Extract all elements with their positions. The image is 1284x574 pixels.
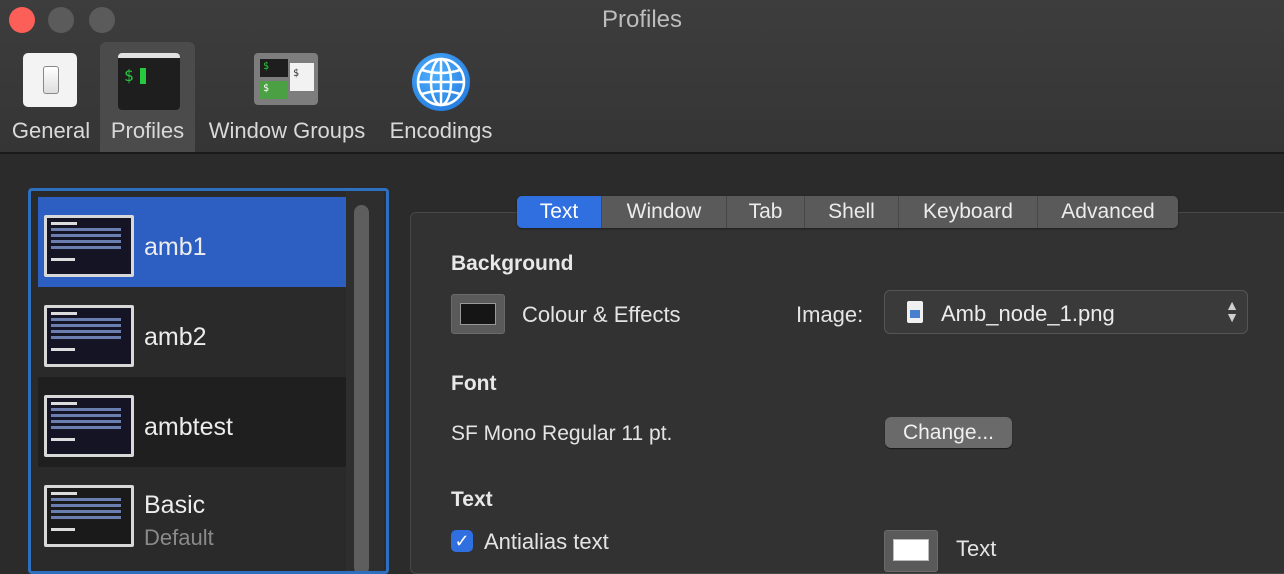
antialias-checkbox[interactable]: ✓ (451, 530, 473, 552)
toolbar-encodings-label: Encodings (389, 118, 493, 143)
profile-row-amb1[interactable]: amb1 (38, 197, 346, 287)
tab-text[interactable]: Text (517, 196, 602, 228)
background-colour-well[interactable] (451, 294, 505, 334)
profile-list[interactable]: amb1 amb2 ambtest Basic Default (28, 188, 389, 574)
profile-thumbnail (44, 395, 134, 457)
image-label: Image: (796, 302, 864, 327)
toolbar-profiles[interactable]: $ Profiles (100, 42, 195, 152)
toolbar-general-label: General (11, 118, 91, 143)
profile-thumbnail (44, 485, 134, 547)
profile-default-label: Default (144, 525, 214, 550)
window-title: Profiles (601, 6, 683, 33)
chevron-updown-icon: ▲ ▼ (1225, 297, 1239, 325)
toolbar-profiles-label: Profiles (110, 118, 185, 143)
font-heading: Font (451, 372, 497, 395)
profile-name: Basic (144, 491, 206, 519)
text-colour-well[interactable] (884, 530, 938, 572)
text-heading: Text (451, 488, 493, 511)
toolbar-encodings[interactable]: Encodings (382, 42, 500, 152)
toolbar-window-groups[interactable]: $ $ $ Window Groups (198, 42, 376, 152)
title-bar: Profiles General $ Profiles $ $ $ Window… (0, 0, 1284, 154)
settings-tabs: Text Window Tab Shell Keyboard Advanced (517, 196, 1178, 228)
font-value: SF Mono Regular 11 pt. (451, 422, 673, 445)
colour-effects-label: Colour & Effects (522, 302, 681, 327)
text-colour-label: Text (956, 536, 997, 561)
profile-thumbnail (44, 305, 134, 367)
tab-keyboard[interactable]: Keyboard (899, 196, 1038, 228)
profile-name: amb2 (144, 323, 207, 351)
profile-name: amb1 (144, 233, 207, 261)
window-groups-icon: $ $ $ (254, 53, 318, 105)
background-heading: Background (451, 252, 574, 275)
image-file-icon (907, 301, 923, 323)
tab-shell[interactable]: Shell (805, 196, 899, 228)
profile-row-amb2[interactable]: amb2 (38, 287, 346, 377)
terminal-icon: $ (118, 53, 180, 110)
profile-row-ambtest[interactable]: ambtest (38, 377, 346, 467)
tab-advanced[interactable]: Advanced (1038, 196, 1178, 228)
antialias-label: Antialias text (484, 529, 609, 554)
profile-thumbnail (44, 215, 134, 277)
image-select[interactable]: Amb_node_1.png ▲ ▼ (884, 290, 1248, 334)
general-icon (23, 53, 77, 107)
toolbar-window-groups-label: Window Groups (208, 118, 366, 143)
toolbar-general[interactable]: General (0, 42, 102, 152)
change-font-button[interactable]: Change... (885, 417, 1012, 448)
tab-tab[interactable]: Tab (727, 196, 805, 228)
image-select-value: Amb_node_1.png (941, 301, 1115, 326)
profile-row-basic[interactable]: Basic Default (38, 467, 346, 557)
profile-name: ambtest (144, 413, 233, 441)
tab-window[interactable]: Window (602, 196, 727, 228)
globe-icon (412, 53, 470, 111)
scrollbar-thumb[interactable] (354, 205, 369, 571)
